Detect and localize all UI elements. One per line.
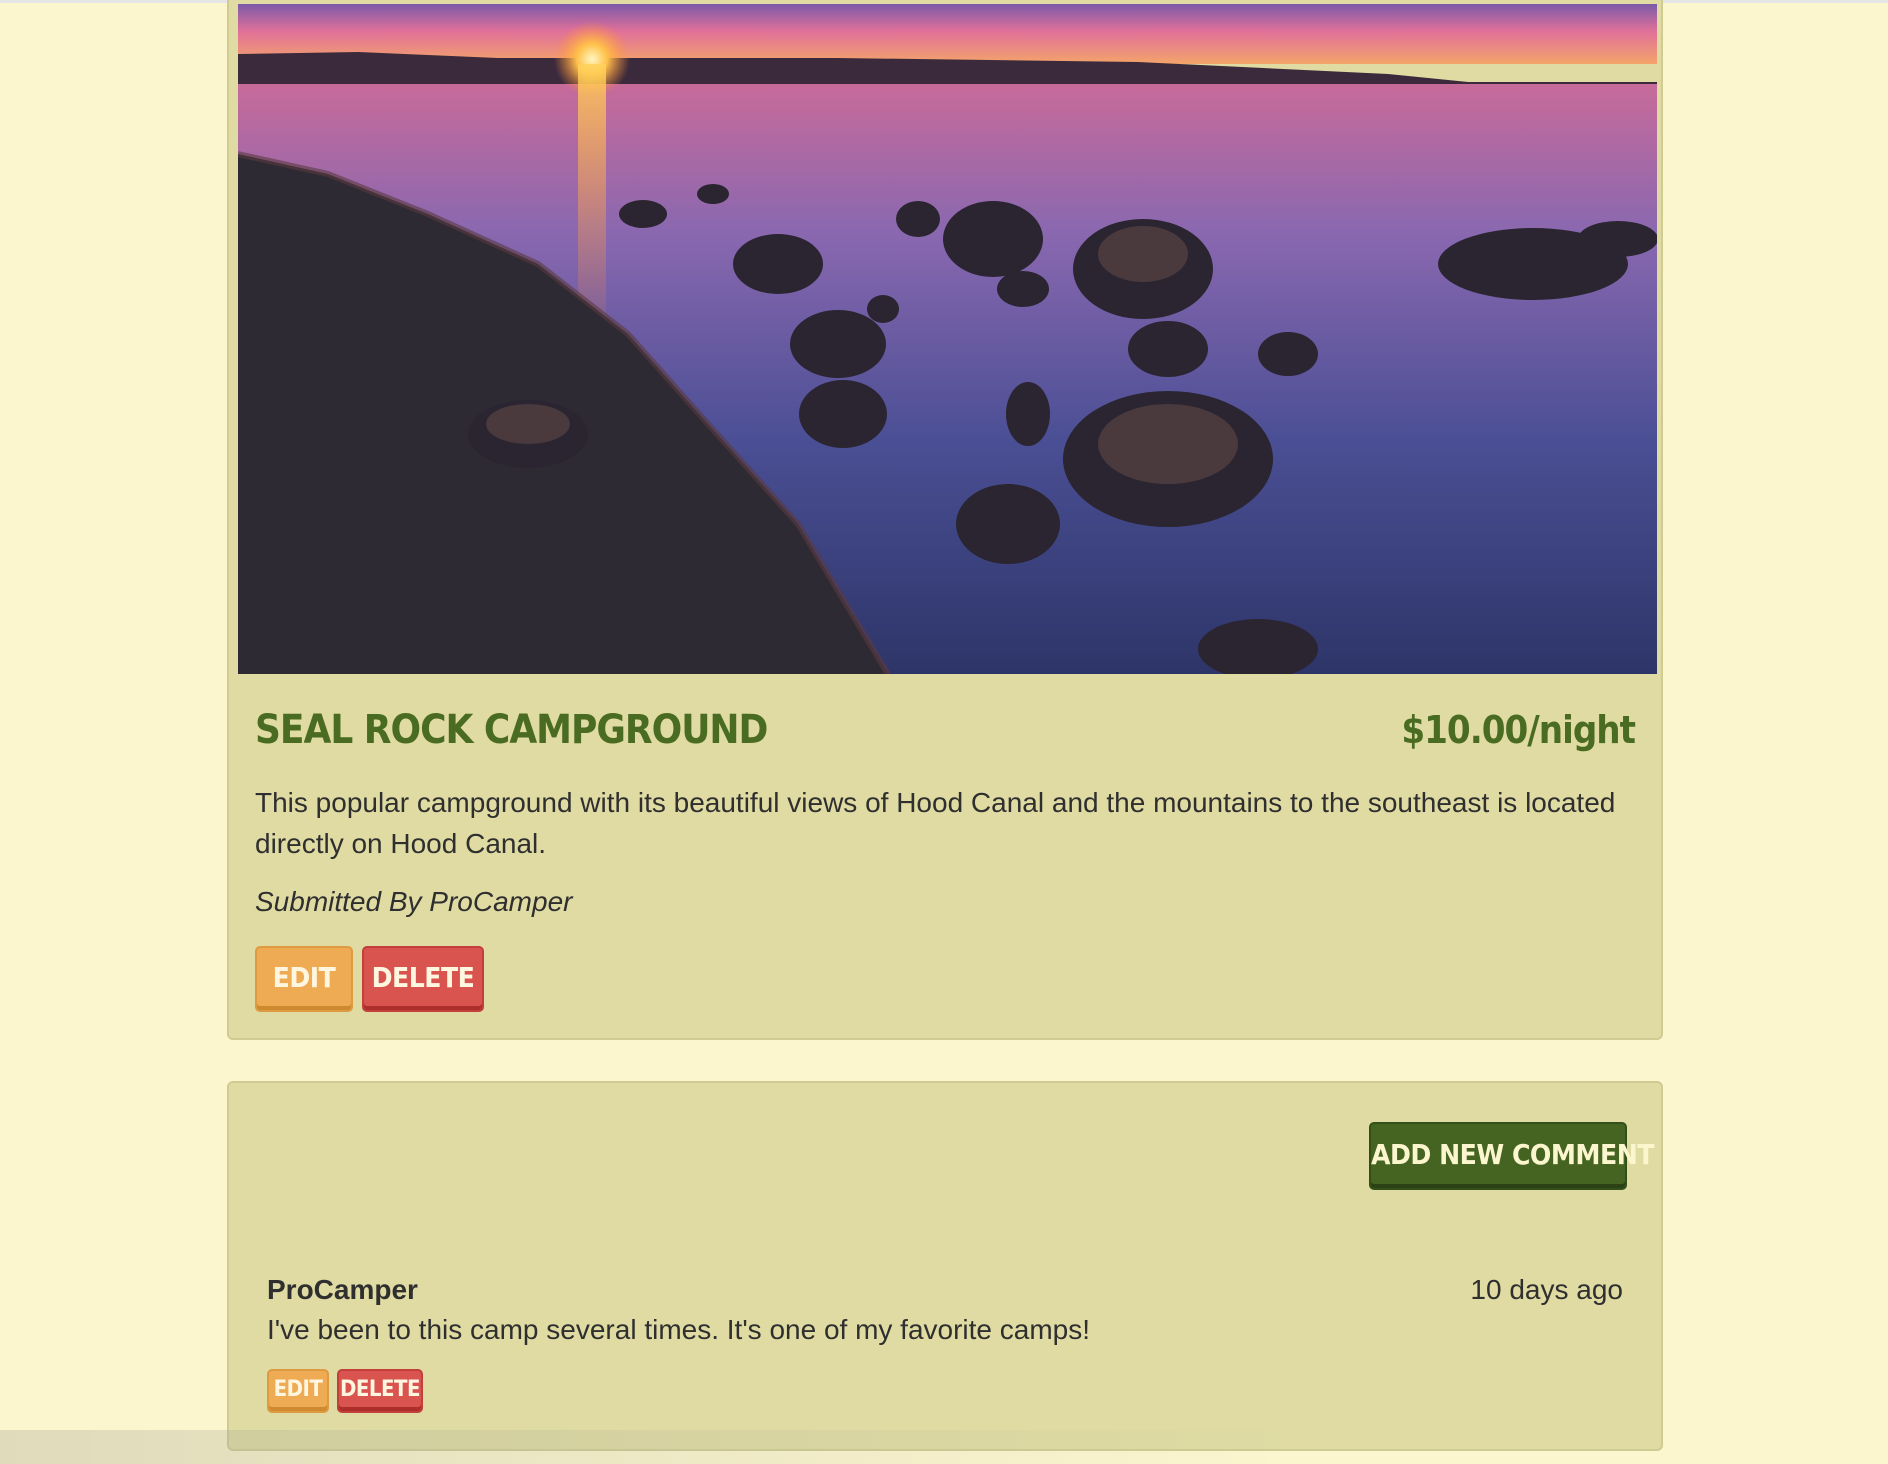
campground-photo <box>238 4 1657 674</box>
edit-comment-button[interactable]: EDIT <box>267 1369 329 1413</box>
comment-timestamp: 10 days ago <box>1470 1274 1623 1305</box>
campground-title: SEAL ROCK CAMPGROUND <box>255 707 768 753</box>
delete-campground-button[interactable]: DELETE <box>362 946 484 1012</box>
comment-author: ProCamper <box>267 1274 418 1305</box>
delete-comment-button[interactable]: DELETE <box>337 1369 423 1413</box>
comment-text: I've been to this camp several times. It… <box>267 1314 1091 1345</box>
campground-price: $10.00/night <box>1401 708 1636 752</box>
submitted-by: Submitted By ProCamper <box>255 886 573 917</box>
edit-campground-button[interactable]: EDIT <box>255 946 353 1012</box>
add-new-comment-button[interactable]: ADD NEW COMMENT <box>1369 1122 1654 1190</box>
campground-card: SEAL ROCK CAMPGROUND $10.00/night This p… <box>227 0 1663 1040</box>
campground-description: This popular campground with its beautif… <box>255 787 1616 859</box>
comments-card: ADD NEW COMMENT ProCamper 10 days ago I'… <box>227 1081 1663 1451</box>
